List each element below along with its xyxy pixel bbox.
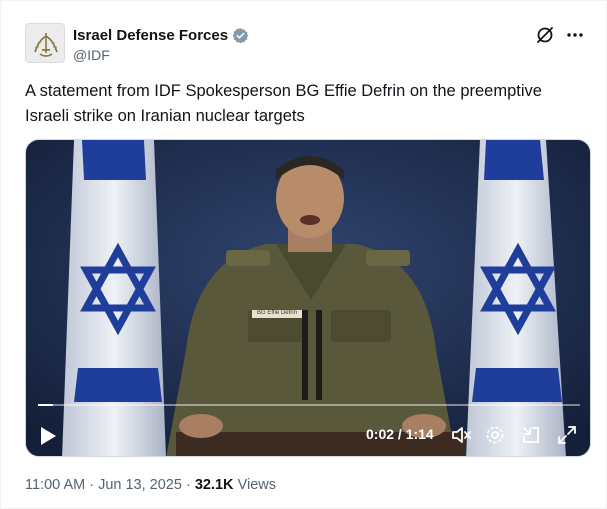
play-icon[interactable]: [38, 425, 58, 447]
author-block: Israel Defense Forces @IDF: [73, 25, 249, 63]
uniform-name-tag: BG Effie Defrin: [257, 310, 297, 316]
mute-icon[interactable]: [450, 424, 472, 446]
more-icon[interactable]: [565, 25, 585, 45]
progress-fill: [38, 404, 53, 406]
avatar[interactable]: [25, 23, 65, 63]
tweet-header: Israel Defense Forces @IDF: [25, 23, 585, 67]
views-count: 32.1K: [194, 477, 234, 493]
video-player[interactable]: BG Effie Defrin 0:02 / 1:14: [25, 139, 591, 457]
grok-icon[interactable]: [535, 25, 555, 45]
name-row: Israel Defense Forces: [73, 25, 249, 45]
tweet-text: A statement from IDF Spokesperson BG Eff…: [25, 82, 542, 125]
timestamp[interactable]: 11:00 AM · Jun 13, 2025: [25, 477, 182, 493]
views-label: Views: [237, 477, 276, 493]
verified-badge-icon[interactable]: [232, 27, 249, 44]
video-time: 0:02 / 1:14: [366, 426, 434, 442]
settings-icon[interactable]: [484, 424, 506, 446]
tweet-card: Israel Defense Forces @IDF A statement f…: [0, 0, 607, 509]
fullscreen-icon[interactable]: [556, 424, 578, 446]
left-flag: [62, 140, 166, 456]
dock-icon[interactable]: [520, 424, 542, 446]
progress-bar[interactable]: [38, 404, 580, 406]
author-handle[interactable]: @IDF: [73, 47, 249, 63]
author-display-name[interactable]: Israel Defense Forces: [73, 27, 228, 44]
tweet-footer: 11:00 AM · Jun 13, 2025 · 32.1K Views: [25, 477, 276, 493]
video-controls: 0:02 / 1:14: [26, 420, 590, 452]
idf-emblem-icon: [26, 24, 64, 62]
video-frame: [26, 140, 590, 456]
footer-separator: ·: [181, 477, 195, 493]
